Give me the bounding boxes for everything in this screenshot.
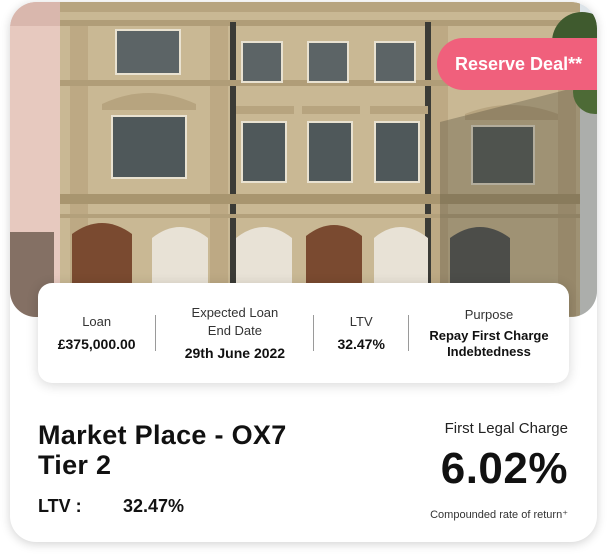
stat-loan: Loan £375,000.00: [38, 283, 155, 383]
purpose-label: Purpose: [464, 307, 514, 322]
deal-ltv-label: LTV :: [38, 496, 82, 516]
deal-ltv-value: 32.47%: [123, 496, 185, 516]
ltv-label: LTV: [349, 314, 373, 329]
ltv-value: 32.47%: [337, 336, 385, 352]
end-date-label-line1: Expected Loan: [191, 305, 279, 320]
deal-title-line1: Market Place - OX7: [38, 420, 287, 450]
stat-purpose: Purpose Repay First Charge Indebtedness: [409, 283, 569, 383]
purpose-value-line2: Indebtedness: [447, 344, 531, 359]
rate-note: Compounded rate of return⁺: [430, 509, 568, 521]
deal-title-line2: Tier 2: [38, 450, 112, 480]
loan-value: £375,000.00: [57, 336, 136, 352]
reserve-deal-button[interactable]: Reserve Deal**: [437, 38, 597, 90]
deal-card[interactable]: Reserve Deal** Loan £375,000.00 Expected…: [10, 2, 597, 542]
end-date-value: 29th June 2022: [184, 345, 286, 361]
deal-title: Market Place - OX7 Tier 2: [38, 420, 368, 480]
loan-label: Loan: [82, 314, 112, 329]
stat-end-date: Expected Loan End Date 29th June 2022: [156, 283, 313, 383]
property-photo: Reserve Deal**: [10, 2, 597, 317]
stat-ltv: LTV 32.47%: [314, 283, 407, 383]
charge-type: First Legal Charge: [444, 420, 568, 437]
rate-of-return: 6.02%: [440, 444, 568, 493]
deal-ltv-row: LTV : 32.47%: [38, 496, 184, 517]
end-date-label-line2: End Date: [207, 323, 262, 338]
purpose-value-line1: Repay First Charge: [429, 328, 549, 343]
loan-stats-panel: Loan £375,000.00 Expected Loan End Date …: [38, 283, 569, 383]
